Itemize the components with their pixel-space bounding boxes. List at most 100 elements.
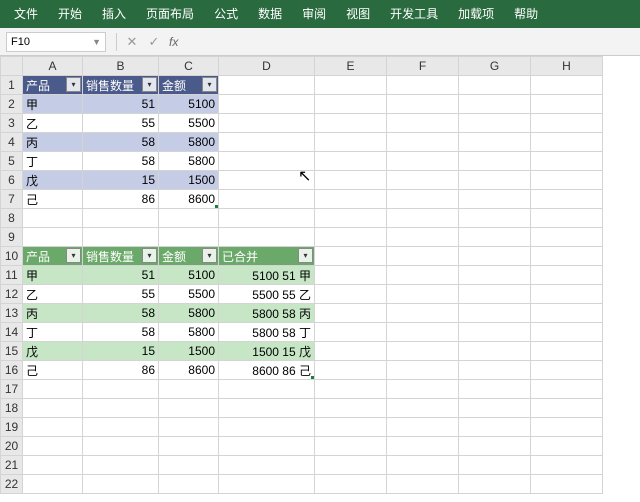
ribbon-tab[interactable]: 插入 [92,0,136,28]
filter-dropdown-icon[interactable]: ▾ [202,77,217,92]
cell[interactable] [315,342,387,361]
cell[interactable] [459,171,531,190]
cell[interactable] [315,171,387,190]
cell[interactable]: 58 [83,152,159,171]
cell[interactable] [23,399,83,418]
cell[interactable] [315,475,387,494]
cell[interactable] [531,361,603,380]
cell[interactable]: 1500 15 戊 [219,342,315,361]
cell[interactable] [315,304,387,323]
row-header[interactable]: 21 [1,456,23,475]
cell[interactable] [315,190,387,209]
ribbon-tab[interactable]: 公式 [204,0,248,28]
row-header[interactable]: 15 [1,342,23,361]
cell[interactable] [219,76,315,95]
cell[interactable] [83,418,159,437]
row-header[interactable]: 10 [1,247,23,266]
cell[interactable] [387,133,459,152]
cell[interactable] [387,171,459,190]
cell[interactable] [459,456,531,475]
cell[interactable] [531,95,603,114]
row-header[interactable]: 8 [1,209,23,228]
cell[interactable] [219,475,315,494]
cell[interactable]: 51 [83,266,159,285]
row-header[interactable]: 18 [1,399,23,418]
cell[interactable]: 5100 [159,266,219,285]
cell[interactable] [23,475,83,494]
cell[interactable] [159,437,219,456]
cell[interactable] [459,95,531,114]
row-header[interactable]: 22 [1,475,23,494]
cell[interactable] [459,304,531,323]
cell[interactable] [315,418,387,437]
cell[interactable] [159,209,219,228]
row-header[interactable]: 16 [1,361,23,380]
cell[interactable] [219,95,315,114]
cell[interactable] [315,437,387,456]
cell[interactable] [387,114,459,133]
cell[interactable] [159,475,219,494]
cell[interactable]: 己 [23,190,83,209]
row-header[interactable]: 9 [1,228,23,247]
cell[interactable] [387,76,459,95]
cell[interactable] [531,380,603,399]
cell[interactable]: 1500 [159,171,219,190]
ribbon-tab[interactable]: 页面布局 [136,0,204,28]
row-header[interactable]: 6 [1,171,23,190]
cell[interactable]: 58 [83,323,159,342]
cell[interactable] [531,190,603,209]
col-header[interactable]: E [315,57,387,76]
cell[interactable]: 丁 [23,152,83,171]
row-header[interactable]: 2 [1,95,23,114]
ribbon-tab[interactable]: 加载项 [448,0,504,28]
col-header[interactable]: H [531,57,603,76]
cell[interactable] [459,342,531,361]
spreadsheet-grid[interactable]: ABCDEFGH1产品▾销售数量▾金额▾2甲5151003乙5555004丙58… [0,56,603,494]
cell[interactable] [83,399,159,418]
cell[interactable] [83,380,159,399]
row-header[interactable]: 17 [1,380,23,399]
cell[interactable] [219,114,315,133]
cell[interactable] [219,380,315,399]
cell[interactable] [387,95,459,114]
cell[interactable] [531,285,603,304]
cell[interactable]: 已合并▾ [219,247,315,266]
cell[interactable]: 1500 [159,342,219,361]
cell[interactable] [159,399,219,418]
cell[interactable]: 5100 [159,95,219,114]
cell[interactable] [23,456,83,475]
cell[interactable] [387,228,459,247]
cell[interactable] [387,285,459,304]
ribbon-tab[interactable]: 数据 [248,0,292,28]
cell[interactable] [315,456,387,475]
cell[interactable]: 丁 [23,323,83,342]
cell[interactable]: 5800 58 丙 [219,304,315,323]
cell[interactable]: 产品▾ [23,247,83,266]
cell[interactable] [531,152,603,171]
cell[interactable] [531,133,603,152]
cell[interactable] [531,342,603,361]
cell[interactable]: 乙 [23,114,83,133]
fill-handle[interactable] [215,205,219,209]
cell[interactable] [83,228,159,247]
filter-dropdown-icon[interactable]: ▾ [202,248,217,263]
cell[interactable] [159,456,219,475]
cell[interactable]: 8600 86 己 [219,361,315,380]
col-header[interactable]: C [159,57,219,76]
cell[interactable]: 86 [83,361,159,380]
cell[interactable] [219,209,315,228]
cell[interactable]: 5800 [159,323,219,342]
formula-input[interactable] [178,32,640,52]
cell[interactable] [531,76,603,95]
fx-icon[interactable]: fx [169,35,178,49]
cell[interactable] [83,437,159,456]
cell[interactable] [83,209,159,228]
cell[interactable]: 戊 [23,342,83,361]
row-header[interactable]: 7 [1,190,23,209]
col-header[interactable]: D [219,57,315,76]
cell[interactable] [315,152,387,171]
cell[interactable] [387,247,459,266]
cell[interactable] [387,323,459,342]
ribbon-tab[interactable]: 文件 [4,0,48,28]
cell[interactable] [387,475,459,494]
